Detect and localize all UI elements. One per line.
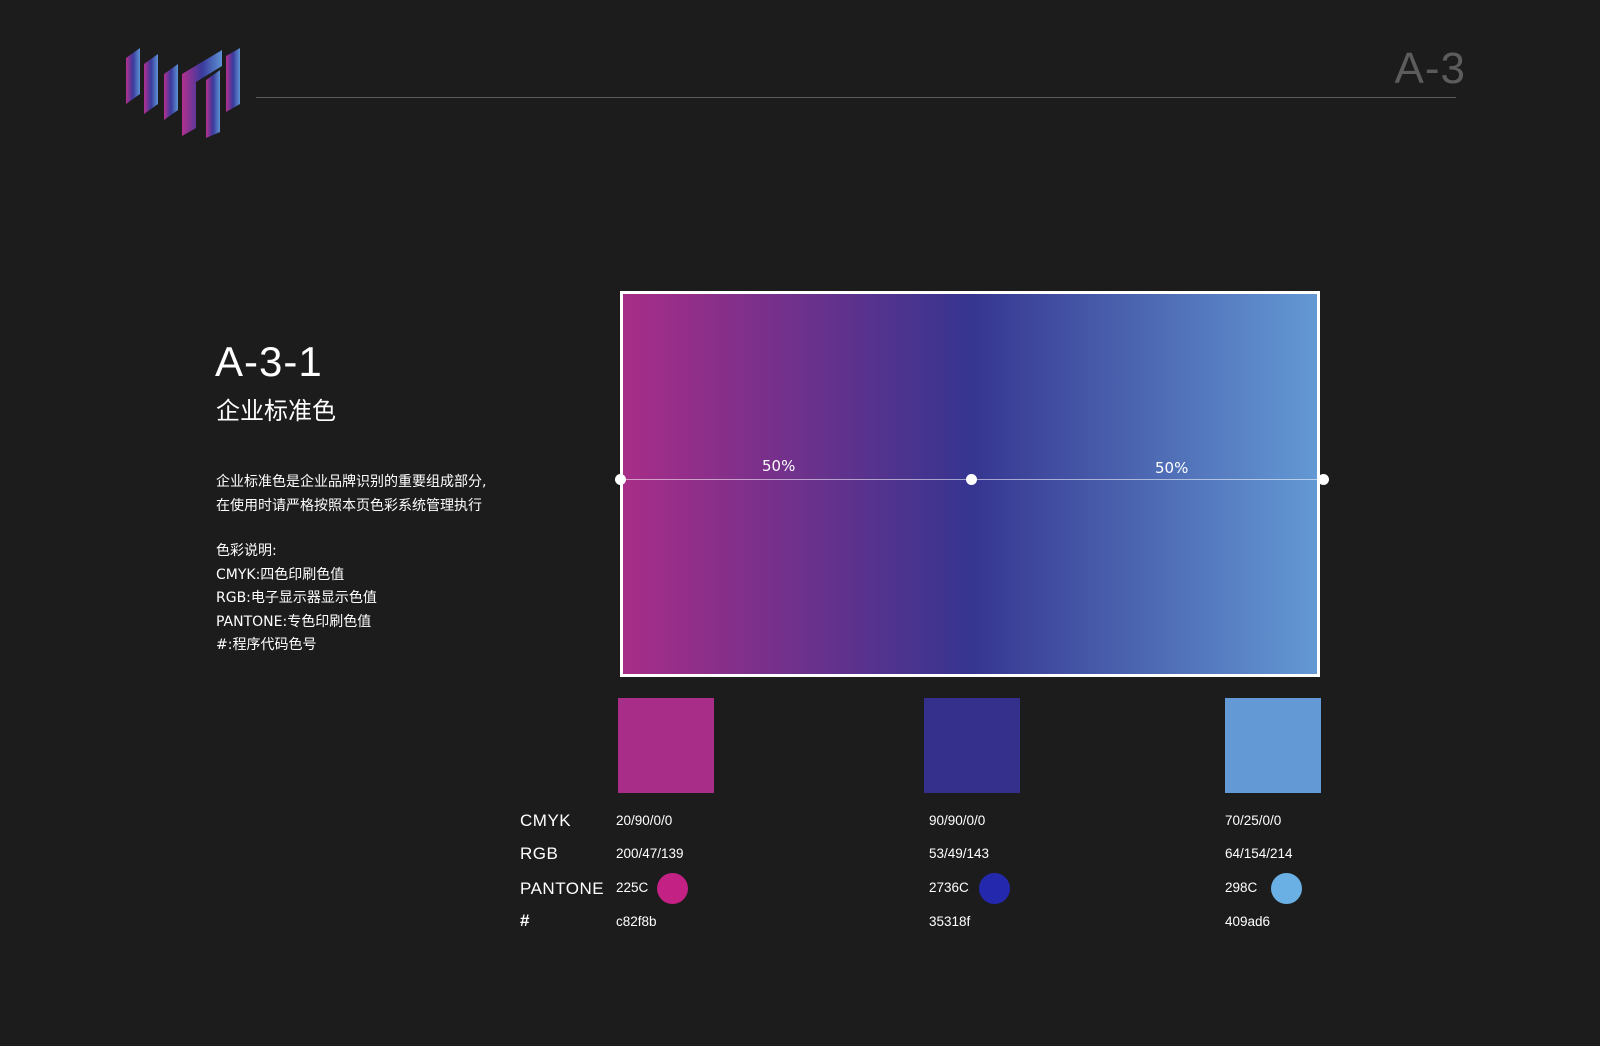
description: 企业标准色是企业品牌识别的重要组成部分, 在使用时请严格按照本页色彩系统管理执行 <box>216 470 536 518</box>
pantone-swatch <box>1271 873 1302 904</box>
value-hex: 409ad6 <box>1225 914 1271 929</box>
value-hex: c82f8b <box>616 914 657 929</box>
section-title: 企业标准色 <box>216 397 336 425</box>
value-cmyk: 20/90/0/0 <box>616 813 673 828</box>
section-number: A-3-1 <box>215 338 323 385</box>
value-pantone: 298C <box>1225 880 1258 895</box>
label-hex: # <box>520 911 530 930</box>
color-swatch-magenta <box>618 698 714 793</box>
pantone-swatch <box>657 873 688 904</box>
label-pantone: PANTONE <box>520 879 605 898</box>
brand-bars-logo-icon <box>126 48 240 138</box>
value-pantone: 2736C <box>929 880 969 895</box>
header-divider <box>256 97 1456 98</box>
value-cmyk: 70/25/0/0 <box>1225 813 1282 828</box>
value-hex: 35318f <box>929 914 971 929</box>
notes-item: PANTONE:专色印刷色值 <box>216 613 372 630</box>
notes-item: CMYK:四色印刷色值 <box>216 566 345 583</box>
label-cmyk: CMYK <box>520 811 572 830</box>
color-swatch-indigo <box>924 698 1020 793</box>
value-rgb: 64/154/214 <box>1225 846 1293 861</box>
label-rgb: RGB <box>520 844 559 863</box>
color-swatch-sky-blue <box>1225 698 1321 793</box>
gradient-stop-left <box>615 474 626 485</box>
value-cmyk: 90/90/0/0 <box>929 813 986 828</box>
notes-heading: 色彩说明: <box>216 543 277 559</box>
color-notes: 色彩说明: CMYK:四色印刷色值 RGB:电子显示器显示色值 PANTONE:… <box>216 540 377 658</box>
description-line: 在使用时请严格按照本页色彩系统管理执行 <box>216 498 482 514</box>
value-rgb: 53/49/143 <box>929 846 990 861</box>
notes-item: #:程序代码色号 <box>216 637 317 653</box>
notes-item: RGB:电子显示器显示色值 <box>216 590 377 606</box>
pantone-swatch <box>979 873 1010 904</box>
gradient-percent-left: 50% <box>762 457 796 475</box>
gradient-stop-right <box>1318 474 1329 485</box>
value-rgb: 200/47/139 <box>616 846 684 861</box>
description-line: 企业标准色是企业品牌识别的重要组成部分, <box>216 474 487 490</box>
gradient-percent-right: 50% <box>1155 459 1189 477</box>
gradient-stop-middle <box>966 474 977 485</box>
value-pantone: 225C <box>616 880 649 895</box>
page-code: A-3 <box>1394 44 1466 93</box>
